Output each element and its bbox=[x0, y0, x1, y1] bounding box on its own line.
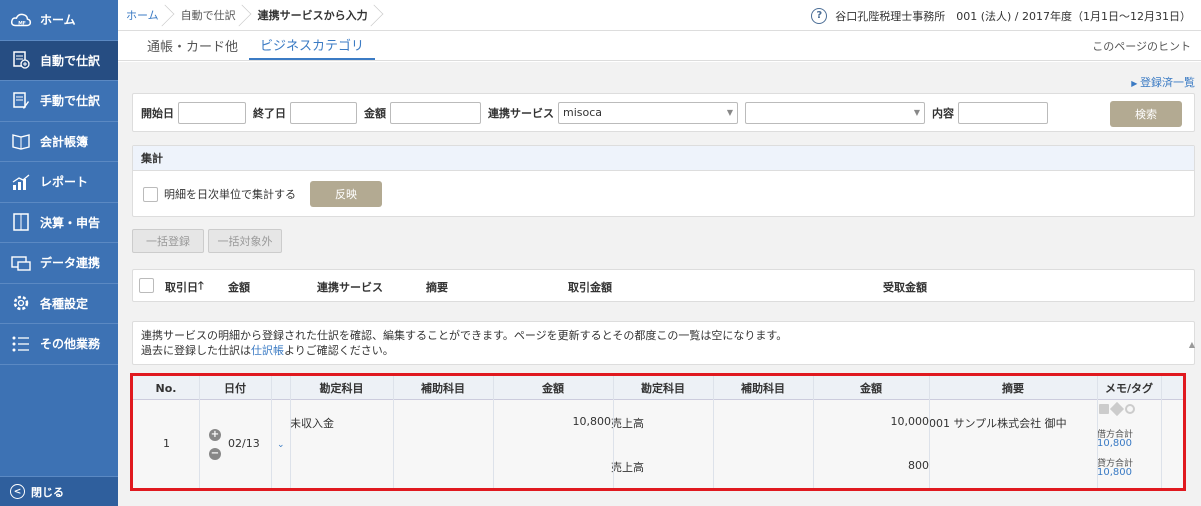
amount-label: 金額 bbox=[364, 106, 386, 120]
credit-total: 10,800 bbox=[1097, 467, 1132, 478]
sidebar-item-data-link[interactable]: データ連携 bbox=[0, 243, 118, 284]
column-received-amount: 受取金額 bbox=[883, 280, 927, 294]
entry-description[interactable]: 001 サンプル株式会社 御中 bbox=[929, 415, 1067, 431]
reflect-button[interactable]: 反映 bbox=[310, 181, 382, 207]
settlement-icon bbox=[10, 211, 32, 233]
sidebar-item-settings[interactable]: 各種設定 bbox=[0, 284, 118, 324]
cloud-mf-icon: MF bbox=[10, 9, 32, 31]
bulk-register-button[interactable]: 一括登録 bbox=[132, 229, 204, 253]
sidebar-item-label: 自動で仕訳 bbox=[40, 53, 101, 68]
select-all-checkbox[interactable] bbox=[139, 278, 154, 293]
scroll-up-icon[interactable]: ▲ bbox=[1189, 340, 1195, 349]
service-select[interactable]: misoca ▼ bbox=[558, 101, 738, 124]
sidebar-item-books[interactable]: 会計帳簿 bbox=[0, 122, 118, 162]
sidebar-close-button[interactable]: < 閉じる bbox=[0, 476, 118, 506]
content-input[interactable] bbox=[958, 101, 1048, 124]
sidebar-item-settlement[interactable]: 決算・申告 bbox=[0, 203, 118, 243]
column-transaction-amount: 取引金額 bbox=[568, 280, 612, 294]
sidebar: MF ホーム 自動で仕訳 手動で仕訳 会計帳簿 レポート 決算・申告 データ連携… bbox=[0, 0, 118, 506]
sidebar-item-label: レポート bbox=[40, 175, 89, 190]
credit-account-2[interactable]: 売上高 bbox=[611, 459, 644, 475]
tab-bar: 通帳・カード他 ビジネスカテゴリ このページのヒント bbox=[118, 31, 1201, 61]
chevron-down-icon: ▼ bbox=[913, 108, 920, 117]
bulk-exclude-button[interactable]: 一括対象外 bbox=[208, 229, 282, 253]
main-content: ▶ 登録済一覧 開始日 終了日 金額 連携サービス misoca ▼ ▼ 内容 … bbox=[118, 62, 1201, 506]
memo-tag-icons bbox=[1099, 401, 1135, 417]
daily-aggregate-label: 明細を日次単位で集計する bbox=[164, 188, 296, 201]
column-description: 摘要 bbox=[426, 280, 448, 294]
aggregate-title: 集計 bbox=[133, 146, 1194, 171]
service-label: 連携サービス bbox=[488, 106, 554, 120]
search-button[interactable]: 検索 bbox=[1110, 101, 1182, 127]
journal-table: No. 日付 勘定科目 補助科目 金額 勘定科目 補助科目 金額 摘要 メモ/タ… bbox=[130, 373, 1186, 491]
data-link-icon bbox=[10, 252, 32, 274]
book-icon bbox=[10, 130, 32, 152]
statement-list-header: 取引日 🡑 金額 連携サービス 摘要 取引金額 受取金額 bbox=[132, 269, 1195, 302]
sidebar-item-label: 会計帳簿 bbox=[40, 134, 89, 149]
start-date-label: 開始日 bbox=[141, 106, 174, 120]
breadcrumb-home[interactable]: ホーム bbox=[118, 0, 173, 31]
sub-service-select[interactable]: ▼ bbox=[745, 101, 925, 124]
sidebar-item-other[interactable]: その他業務 bbox=[0, 324, 118, 365]
end-date-input[interactable] bbox=[290, 101, 357, 124]
sidebar-item-label: その他業務 bbox=[40, 337, 101, 352]
sidebar-item-label: 手動で仕訳 bbox=[40, 94, 101, 109]
aggregate-panel: 集計 明細を日次単位で集計する 反映 bbox=[132, 145, 1195, 217]
filter-panel: 開始日 終了日 金額 連携サービス misoca ▼ ▼ 内容 検索 bbox=[132, 93, 1195, 132]
add-row-icon[interactable]: + bbox=[209, 429, 221, 441]
remove-row-icon[interactable]: − bbox=[209, 448, 221, 460]
gear-icon bbox=[10, 292, 32, 314]
memo-icon[interactable] bbox=[1099, 404, 1109, 414]
credit-amount-1[interactable]: 10,000 bbox=[813, 415, 930, 428]
journal-book-link[interactable]: 仕訳帳 bbox=[251, 344, 284, 357]
content-label: 内容 bbox=[932, 106, 954, 120]
sidebar-item-label: 決算・申告 bbox=[40, 215, 101, 230]
daily-aggregate-checkbox[interactable] bbox=[143, 186, 158, 202]
sidebar-item-label: ホーム bbox=[40, 13, 76, 28]
chevron-down-icon: ▼ bbox=[726, 108, 733, 117]
amount-input[interactable] bbox=[390, 101, 481, 124]
page-hint-link[interactable]: このページのヒント bbox=[1092, 31, 1191, 61]
registered-list-link[interactable]: ▶ 登録済一覧 bbox=[1131, 74, 1195, 90]
sidebar-item-auto-journal[interactable]: 自動で仕訳 bbox=[0, 40, 118, 81]
debit-total: 10,800 bbox=[1097, 438, 1132, 449]
tab-bank-card[interactable]: 通帳・カード他 bbox=[136, 30, 249, 60]
chevron-down-icon[interactable]: ⌄ bbox=[277, 440, 285, 450]
office-info: ? 谷口孔陛税理士事務所 001 (法人) / 2017年度（1月1日〜12月3… bbox=[811, 0, 1191, 31]
report-chart-icon bbox=[10, 171, 32, 193]
info-message: 連携サービスの明細から登録された仕訳を確認、編集することができます。ページを更新… bbox=[132, 321, 1195, 365]
help-icon[interactable]: ? bbox=[811, 7, 828, 24]
list-icon bbox=[10, 333, 32, 355]
sidebar-item-manual-journal[interactable]: 手動で仕訳 bbox=[0, 81, 118, 122]
sidebar-item-label: 各種設定 bbox=[40, 296, 89, 311]
triangle-right-icon: ▶ bbox=[1131, 79, 1140, 88]
start-date-input[interactable] bbox=[178, 101, 246, 124]
attachment-icon[interactable] bbox=[1125, 404, 1135, 414]
credit-amount-2[interactable]: 800 bbox=[813, 459, 929, 472]
arrow-up-icon: 🡑 bbox=[198, 279, 204, 292]
sidebar-item-label: データ連携 bbox=[40, 256, 101, 271]
debit-account[interactable]: 未収入金 bbox=[290, 415, 334, 431]
column-transaction-date[interactable]: 取引日 🡑 bbox=[165, 270, 204, 303]
auto-journal-icon bbox=[10, 49, 32, 71]
end-date-label: 終了日 bbox=[253, 106, 286, 120]
top-bar: ホーム 自動で仕訳 連携サービスから入力 ? 谷口孔陛税理士事務所 001 (法… bbox=[118, 0, 1201, 31]
column-amount: 金額 bbox=[228, 280, 250, 294]
chevron-left-icon: < bbox=[10, 484, 25, 499]
row-number: 1 bbox=[163, 437, 170, 450]
breadcrumb-current: 連携サービスから入力 bbox=[250, 0, 382, 31]
tab-business-category[interactable]: ビジネスカテゴリ bbox=[249, 30, 376, 60]
svg-text:MF: MF bbox=[18, 20, 26, 26]
debit-amount[interactable]: 10,800 bbox=[493, 415, 612, 428]
manual-journal-icon bbox=[10, 90, 32, 112]
breadcrumb-auto-journal[interactable]: 自動で仕訳 bbox=[173, 0, 250, 31]
tag-icon[interactable] bbox=[1109, 401, 1125, 417]
entry-date[interactable]: 02/13 bbox=[228, 437, 260, 450]
sidebar-item-report[interactable]: レポート bbox=[0, 162, 118, 203]
column-service: 連携サービス bbox=[317, 280, 383, 294]
sidebar-item-home[interactable]: MF ホーム bbox=[0, 0, 118, 41]
credit-account-1[interactable]: 売上高 bbox=[611, 415, 644, 431]
